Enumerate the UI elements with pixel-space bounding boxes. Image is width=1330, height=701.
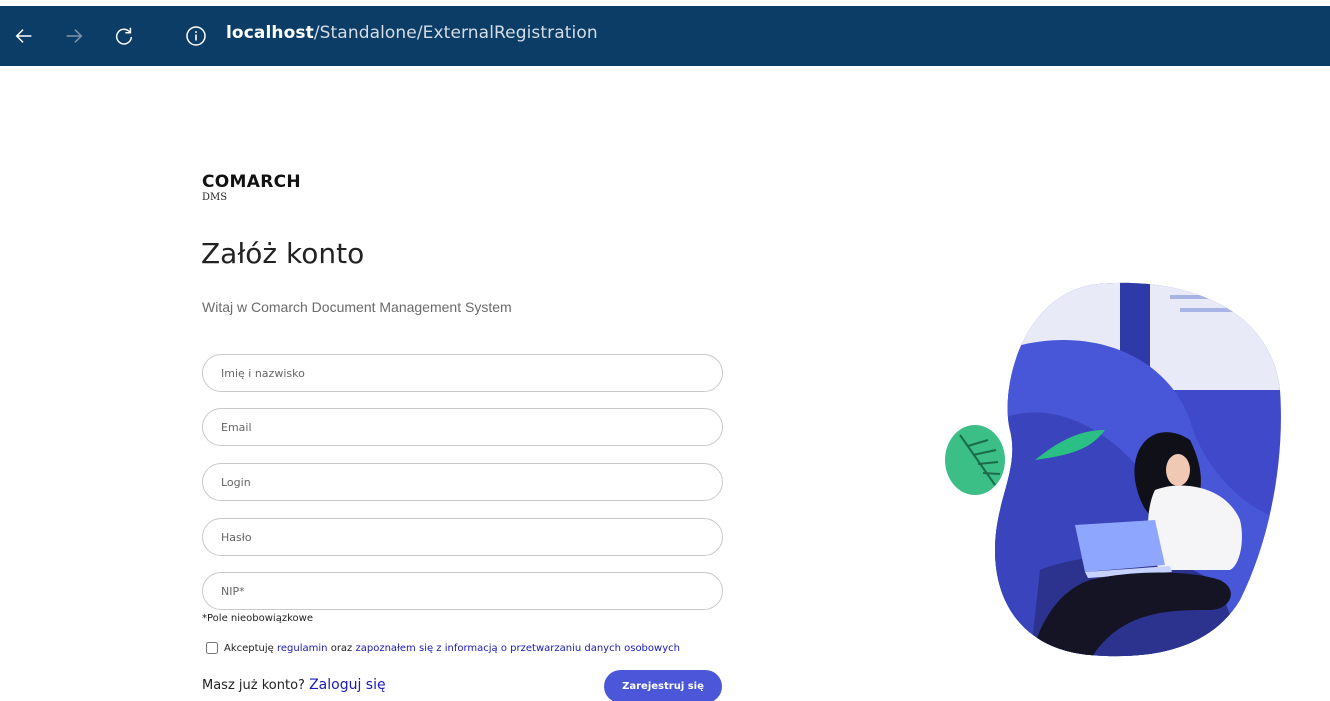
window-top-strip (0, 0, 1330, 6)
arrow-left-icon (15, 29, 32, 43)
nip-input[interactable] (202, 572, 723, 610)
site-info-icon[interactable] (184, 24, 208, 48)
reload-icon (116, 27, 133, 45)
brand-name: COMARCH (202, 172, 301, 192)
consent-prefix: Akceptuję (224, 642, 274, 654)
have-account-text: Masz już konto? (202, 678, 305, 693)
address-row: localhost/Standalone/ExternalRegistratio… (0, 10, 1330, 58)
login-prompt: Masz już konto? Zaloguj się (202, 677, 386, 693)
url-host: localhost (226, 23, 314, 43)
reload-button[interactable] (106, 18, 142, 54)
email-input[interactable] (202, 408, 723, 446)
brand-product: DMS (202, 192, 228, 203)
leaf-decoration (945, 425, 1005, 495)
arrow-right-icon (66, 29, 83, 43)
page-title: Załóż konto (201, 237, 365, 270)
back-button[interactable] (6, 18, 42, 54)
woman-with-laptop-illustration (945, 282, 1281, 657)
consent-middle: oraz (330, 642, 353, 654)
login-link[interactable]: Zaloguj się (309, 677, 386, 693)
optional-field-note: *Pole nieobowiązkowe (202, 613, 313, 624)
full-name-input[interactable] (202, 354, 723, 392)
address-bar[interactable]: localhost/Standalone/ExternalRegistratio… (226, 23, 598, 43)
terms-link[interactable]: regulamin (277, 643, 328, 654)
forward-button[interactable] (56, 18, 92, 54)
register-button[interactable]: Zarejestruj się (604, 670, 722, 701)
url-path: /Standalone/ExternalRegistration (313, 23, 598, 43)
consent-checkbox[interactable] (206, 642, 218, 654)
browser-toolbar: localhost/Standalone/ExternalRegistratio… (0, 0, 1330, 66)
login-input[interactable] (202, 463, 723, 501)
page-subtitle: Witaj w Comarch Document Management Syst… (202, 299, 512, 315)
consent-row: Akceptuję regulamin oraz zapoznałem się … (206, 642, 680, 654)
brand-logo: COMARCH DMS (202, 172, 301, 203)
privacy-info-link[interactable]: zapoznałem się z informacją o przetwarza… (356, 643, 680, 654)
password-input[interactable] (202, 518, 723, 556)
